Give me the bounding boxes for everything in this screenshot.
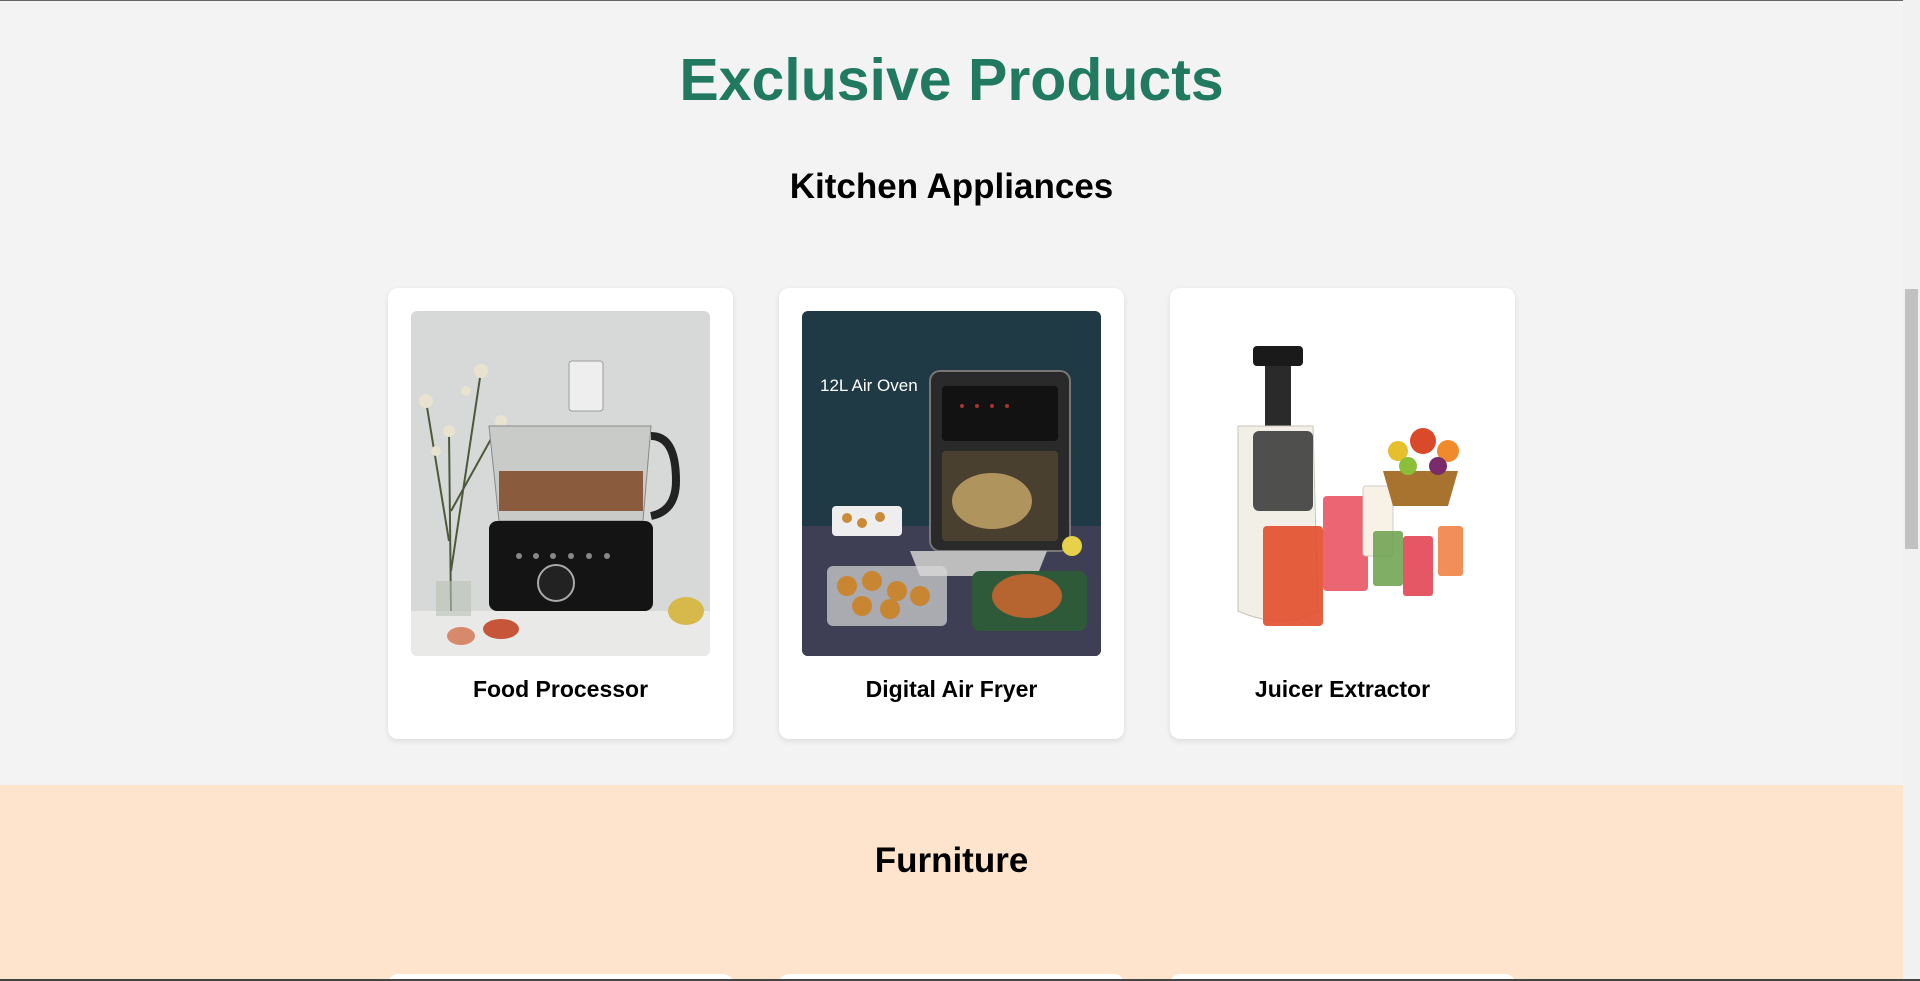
page-viewport: Exclusive Products Kitchen Appliances Fo… [0, 0, 1903, 981]
vertical-scrollbar[interactable] [1903, 0, 1920, 981]
product-name[interactable]: Food Processor [388, 676, 733, 703]
section-title-kitchen: Kitchen Appliances [789, 167, 1114, 206]
product-name[interactable]: Juicer Extractor [1170, 676, 1515, 703]
section-title-furniture: Furniture [874, 841, 1029, 880]
kitchen-product-grid: Food Processor 12L Air Oven Digital Air … [388, 288, 1515, 739]
page-title: Exclusive Products [679, 47, 1224, 113]
furniture-section [0, 785, 1903, 981]
air-fryer-image-caption: 12L Air Oven [820, 376, 918, 395]
product-card-food-processor[interactable]: Food Processor [388, 288, 733, 739]
product-name[interactable]: Digital Air Fryer [779, 676, 1124, 703]
air-fryer-image[interactable]: 12L Air Oven [802, 311, 1101, 656]
window-top-border [0, 0, 1903, 1]
food-processor-image[interactable] [411, 311, 710, 656]
scrollbar-thumb[interactable] [1905, 289, 1918, 549]
juicer-image[interactable] [1193, 311, 1492, 656]
product-card-digital-air-fryer[interactable]: 12L Air Oven Digital Air Fryer [779, 288, 1124, 739]
product-card-juicer-extractor[interactable]: Juicer Extractor [1170, 288, 1515, 739]
